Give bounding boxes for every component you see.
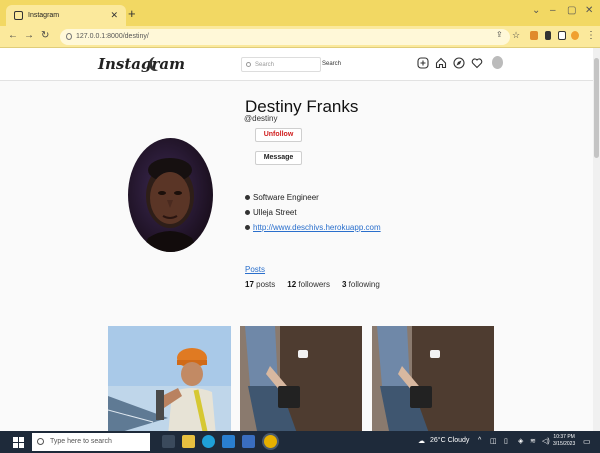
- store-icon[interactable]: [242, 435, 255, 448]
- wifi-icon[interactable]: ≋: [530, 437, 536, 445]
- chrome-icon[interactable]: [264, 435, 277, 448]
- explore-compass-icon[interactable]: [453, 57, 465, 69]
- following-stat[interactable]: 3 following: [342, 280, 380, 289]
- browser-tab[interactable]: Instagram ✕: [6, 5, 126, 26]
- weather-icon[interactable]: ☁: [418, 437, 425, 445]
- bio-occupation: Software Engineer: [253, 193, 319, 202]
- weather-text[interactable]: 26°C Cloudy: [430, 437, 469, 444]
- search-input[interactable]: Search: [241, 57, 321, 72]
- website-link[interactable]: http://www.deschivs.herokuapp.com: [253, 223, 381, 232]
- network-icon[interactable]: ◫: [490, 437, 497, 445]
- profile-avatar: [128, 138, 213, 252]
- header-nav-icons: [417, 57, 483, 69]
- bullet-icon: [245, 225, 250, 230]
- extension-icon[interactable]: [530, 31, 538, 40]
- home-icon[interactable]: [435, 57, 447, 69]
- site-info-icon[interactable]: [66, 33, 72, 40]
- bio-line-occupation: Software Engineer: [245, 193, 319, 202]
- posts-tab-link[interactable]: Posts: [245, 265, 265, 274]
- posts-count: 17: [245, 280, 254, 289]
- followers-stat[interactable]: 12 followers: [287, 280, 330, 289]
- new-tab-button[interactable]: +: [128, 6, 136, 21]
- search-placeholder: Search: [255, 62, 275, 68]
- bio-address: Ulleja Street: [253, 208, 297, 217]
- vscode-icon[interactable]: [222, 435, 235, 448]
- instagram-favicon-icon: [14, 11, 23, 20]
- file-explorer-icon[interactable]: [182, 435, 195, 448]
- forward-button[interactable]: →: [24, 30, 34, 41]
- battery-icon[interactable]: ▯: [504, 437, 508, 445]
- page-scrollbar[interactable]: [593, 48, 600, 431]
- bullet-icon: [245, 195, 250, 200]
- new-post-icon[interactable]: [417, 57, 429, 69]
- clock-date: 3/15/2023: [553, 441, 576, 447]
- heart-icon[interactable]: [471, 57, 483, 69]
- browser-tab-bar: Instagram ✕ + ⌄ – ▢ ✕: [0, 0, 600, 26]
- posts-label: posts: [256, 280, 276, 289]
- profile-avatar-icon[interactable]: [571, 31, 579, 40]
- close-window-button[interactable]: ✕: [585, 5, 593, 16]
- profile-handle: @destiny: [244, 114, 278, 123]
- volume-icon[interactable]: ◁): [542, 437, 550, 445]
- close-tab-icon[interactable]: ✕: [110, 10, 118, 21]
- taskbar-search-input[interactable]: Type here to search: [32, 433, 150, 451]
- page-content: Instagram Search Search Destiny Franks @…: [0, 48, 593, 431]
- scrollbar-thumb[interactable]: [594, 58, 599, 158]
- instagram-logo[interactable]: Instagram: [98, 55, 185, 73]
- url-text: 127.0.0.1:8000/destiny/: [76, 33, 149, 40]
- minimize-button[interactable]: –: [550, 5, 556, 16]
- posts-stat: 17 posts: [245, 280, 275, 289]
- following-count: 3: [341, 280, 347, 289]
- bullet-icon: [245, 210, 250, 215]
- task-view-icon[interactable]: [162, 435, 175, 448]
- following-label: following: [348, 280, 380, 289]
- clock-time: 10:37 PM: [553, 434, 575, 440]
- search-icon: [37, 438, 44, 445]
- instagram-header: Instagram Search Search: [0, 48, 593, 81]
- windows-taskbar: Type here to search ☁ 26°C Cloudy ^ ◫ ▯ …: [0, 431, 600, 453]
- bookmark-star-icon[interactable]: ☆: [512, 30, 520, 41]
- share-icon[interactable]: ⇪: [496, 30, 503, 39]
- post-thumbnail[interactable]: [240, 326, 362, 431]
- puzzle-extensions-icon[interactable]: [545, 31, 551, 40]
- taskbar-clock[interactable]: 10:37 PM 3/15/2023: [553, 434, 575, 448]
- theme-toggle-moon-icon[interactable]: [152, 56, 164, 70]
- profile-stats: 17 posts 12 followers 3 following: [245, 280, 380, 289]
- maximize-button[interactable]: ▢: [567, 5, 576, 16]
- reload-button[interactable]: ↻: [41, 30, 49, 41]
- bio-line-address: Ulleja Street: [245, 208, 297, 217]
- message-button[interactable]: Message: [255, 151, 302, 165]
- user-avatar[interactable]: [492, 56, 503, 69]
- taskbar-search-placeholder: Type here to search: [50, 438, 112, 445]
- side-panel-icon[interactable]: [558, 31, 566, 40]
- followers-count: 12: [287, 280, 297, 289]
- unfollow-button[interactable]: Unfollow: [255, 128, 302, 142]
- browser-menu-icon[interactable]: ⋮: [586, 30, 596, 41]
- post-thumbnail[interactable]: [107, 326, 231, 431]
- tab-title: Instagram: [28, 12, 60, 19]
- notifications-icon[interactable]: ▭: [583, 437, 591, 446]
- followers-label: followers: [298, 280, 330, 289]
- bio-line-website: http://www.deschivs.herokuapp.com: [245, 223, 381, 232]
- app-tray-icon[interactable]: ◈: [518, 437, 523, 445]
- post-thumbnail[interactable]: [372, 326, 494, 431]
- back-button[interactable]: ←: [8, 30, 18, 41]
- edge-browser-icon[interactable]: [202, 435, 215, 448]
- tray-chevron-icon[interactable]: ^: [478, 437, 481, 444]
- search-icon: [246, 62, 251, 67]
- address-bar: ← → ↻ 127.0.0.1:8000/destiny/ ⇪ ☆ ⋮: [0, 26, 600, 48]
- url-input[interactable]: 127.0.0.1:8000/destiny/: [60, 29, 510, 45]
- search-button[interactable]: Search: [322, 57, 341, 72]
- chevron-down-icon[interactable]: ⌄: [532, 5, 540, 16]
- windows-start-icon[interactable]: [13, 437, 24, 448]
